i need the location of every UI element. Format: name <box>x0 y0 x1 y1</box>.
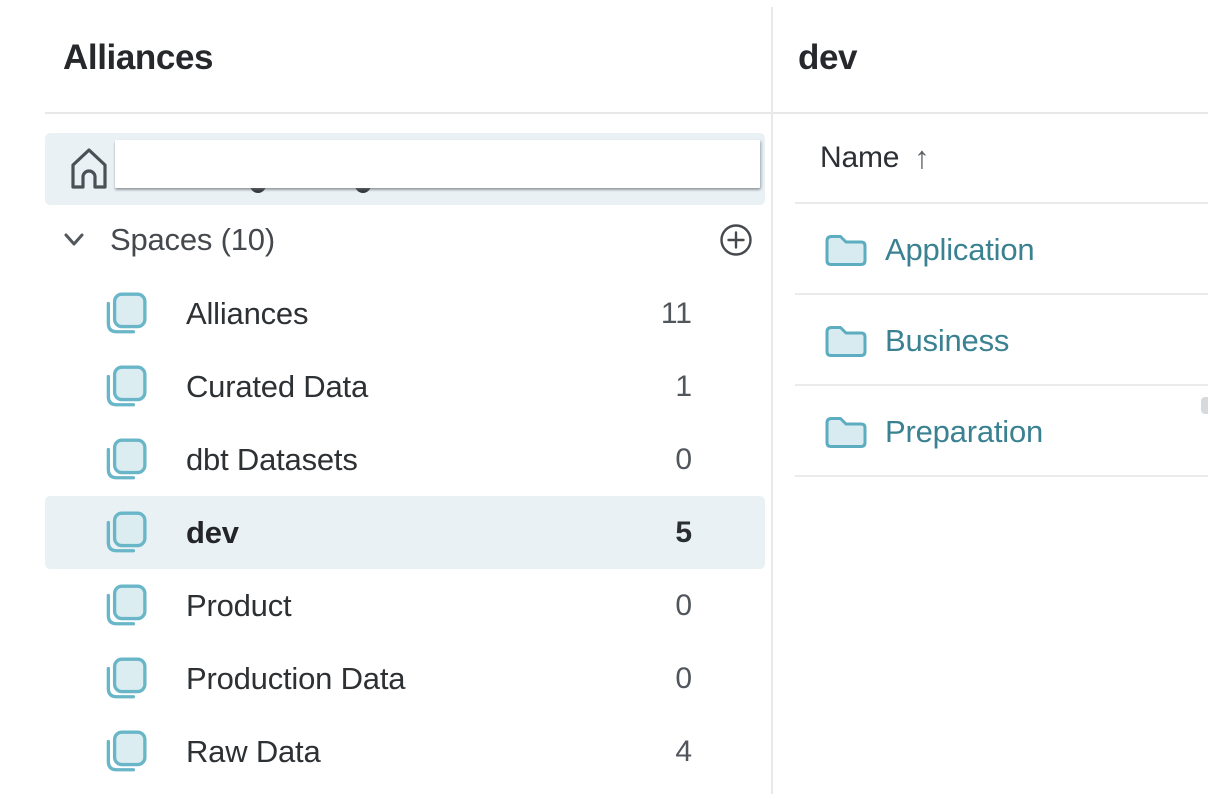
details-header-divider <box>773 112 1208 114</box>
column-header-name[interactable]: Name ↑ <box>820 134 930 182</box>
spaces-section-header: Spaces (10) <box>45 212 765 268</box>
name-header-label: Name <box>820 141 899 175</box>
space-item-label: Curated Data <box>186 369 368 405</box>
space-icon <box>100 290 148 338</box>
space-item-count: 0 <box>675 662 692 696</box>
space-item-label: Production Data <box>186 661 405 697</box>
space-icon <box>100 728 148 776</box>
space-item-count: 11 <box>661 297 692 331</box>
folder-link[interactable]: Business <box>885 323 1009 359</box>
space-item-label: dev <box>186 515 239 551</box>
space-item-curated-data[interactable]: Curated Data 1 <box>45 350 765 423</box>
redacted-text-overlay <box>115 140 760 188</box>
spaces-list: Alliances 11 Curated Data 1 dbt Datasets <box>45 277 765 788</box>
space-icon <box>100 582 148 630</box>
add-space-button[interactable] <box>719 223 753 257</box>
folder-list: Application Business Preparation <box>773 204 1208 477</box>
space-item-count: 0 <box>675 443 692 477</box>
folder-icon <box>823 231 869 269</box>
folder-icon <box>823 413 869 451</box>
details-panel-title: dev <box>798 38 857 78</box>
space-item-dev[interactable]: dev 5 <box>45 496 765 569</box>
space-details-panel: dev Name ↑ Application Business <box>773 0 1208 794</box>
space-item-label: Raw Data <box>186 734 321 770</box>
folder-link[interactable]: Application <box>885 232 1034 268</box>
folder-row-application: Application <box>773 204 1208 295</box>
space-item-count: 0 <box>675 589 692 623</box>
folder-row-business: Business <box>773 295 1208 386</box>
space-icon <box>100 363 148 411</box>
plus-circle-icon <box>719 245 753 260</box>
space-item-product[interactable]: Product 0 <box>45 569 765 642</box>
space-item-label: dbt Datasets <box>186 442 358 478</box>
sidebar-title: Alliances <box>63 38 213 78</box>
home-icon <box>67 145 111 193</box>
space-item-label: Product <box>186 588 291 624</box>
home-item[interactable] <box>45 133 765 205</box>
space-icon <box>100 436 148 484</box>
space-icon <box>100 655 148 703</box>
space-item-production-data[interactable]: Production Data 0 <box>45 642 765 715</box>
spaces-sidebar: Alliances Spaces (10) <box>0 0 772 794</box>
spaces-section-label: Spaces (10) <box>110 212 275 268</box>
space-item-count: 5 <box>675 516 692 550</box>
cut-off-edge-element <box>1201 397 1208 414</box>
space-item-count: 4 <box>675 735 692 769</box>
row-divider <box>795 475 1208 477</box>
space-icon <box>100 509 148 557</box>
space-item-alliances[interactable]: Alliances 11 <box>45 277 765 350</box>
space-item-dbt-datasets[interactable]: dbt Datasets 0 <box>45 423 765 496</box>
folder-row-preparation: Preparation <box>773 386 1208 477</box>
chevron-down-icon[interactable] <box>59 226 89 254</box>
folder-link[interactable]: Preparation <box>885 414 1043 450</box>
sidebar-header-divider <box>45 112 772 114</box>
space-item-label: Alliances <box>186 296 308 332</box>
folder-icon <box>823 322 869 360</box>
space-item-count: 1 <box>675 370 692 404</box>
sort-ascending-icon: ↑ <box>914 140 930 176</box>
space-item-raw-data[interactable]: Raw Data 4 <box>45 715 765 788</box>
